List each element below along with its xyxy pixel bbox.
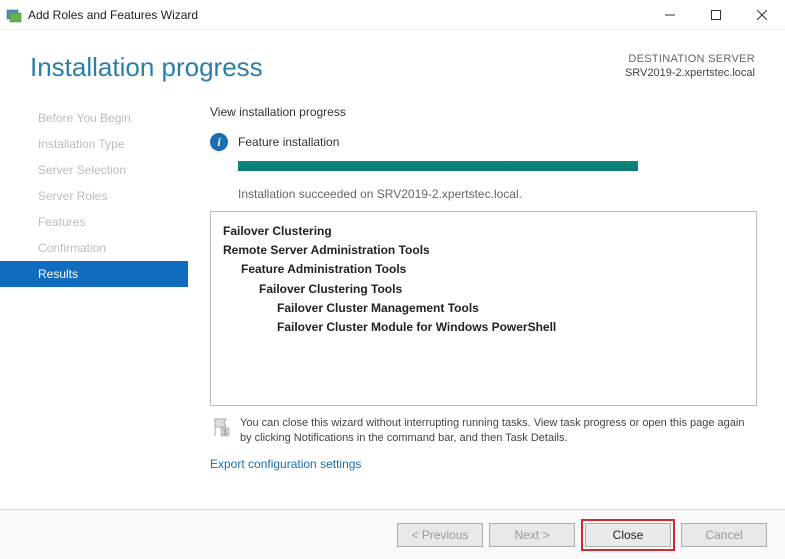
sidebar-item-results[interactable]: Results (0, 261, 188, 287)
feature-item: Remote Server Administration Tools (223, 241, 744, 260)
feature-item: Failover Clustering Tools (259, 280, 744, 299)
svg-text:1: 1 (223, 430, 227, 437)
feature-item: Failover Clustering (223, 222, 744, 241)
next-button: Next > (489, 523, 575, 547)
progress-bar (238, 161, 638, 171)
sidebar-item-server-roles: Server Roles (0, 183, 188, 209)
cancel-button: Cancel (681, 523, 767, 547)
destination-block: DESTINATION SERVER SRV2019-2.xpertstec.l… (625, 52, 755, 81)
destination-server: SRV2019-2.xpertstec.local (625, 66, 755, 80)
window-controls (647, 0, 785, 30)
close-button[interactable]: Close (585, 523, 671, 547)
hint-row: 1 You can close this wizard without inte… (210, 416, 757, 447)
close-window-button[interactable] (739, 0, 785, 30)
maximize-button[interactable] (693, 0, 739, 30)
title-bar: Add Roles and Features Wizard (0, 0, 785, 30)
close-highlight: Close (581, 519, 675, 551)
footer: < Previous Next > Close Cancel (0, 509, 785, 559)
install-succeeded-text: Installation succeeded on SRV2019-2.xper… (238, 187, 757, 201)
page-title: Installation progress (30, 52, 263, 83)
flag-icon: 1 (210, 416, 232, 438)
previous-button: < Previous (397, 523, 483, 547)
status-text: Feature installation (238, 135, 339, 149)
destination-label: DESTINATION SERVER (625, 52, 755, 66)
sidebar-item-before-you-begin: Before You Begin (0, 105, 188, 131)
progress-header: View installation progress (210, 105, 757, 119)
feature-item: Failover Cluster Management Tools (277, 299, 744, 318)
export-config-link[interactable]: Export configuration settings (210, 457, 757, 471)
feature-item: Feature Administration Tools (241, 260, 744, 279)
body: Before You Begin Installation Type Serve… (0, 89, 785, 494)
sidebar-item-server-selection: Server Selection (0, 157, 188, 183)
feature-list-box: Failover Clustering Remote Server Admini… (210, 211, 757, 406)
sidebar: Before You Begin Installation Type Serve… (0, 99, 188, 494)
header: Installation progress DESTINATION SERVER… (0, 30, 785, 89)
app-icon (6, 7, 22, 23)
sidebar-item-confirmation: Confirmation (0, 235, 188, 261)
hint-text: You can close this wizard without interr… (240, 416, 757, 447)
feature-item: Failover Cluster Module for Windows Powe… (277, 318, 744, 337)
sidebar-item-installation-type: Installation Type (0, 131, 188, 157)
minimize-button[interactable] (647, 0, 693, 30)
window-title: Add Roles and Features Wizard (28, 8, 647, 22)
info-icon: i (210, 133, 228, 151)
status-row: i Feature installation (210, 133, 757, 151)
main-panel: View installation progress i Feature ins… (188, 99, 785, 494)
sidebar-item-features: Features (0, 209, 188, 235)
